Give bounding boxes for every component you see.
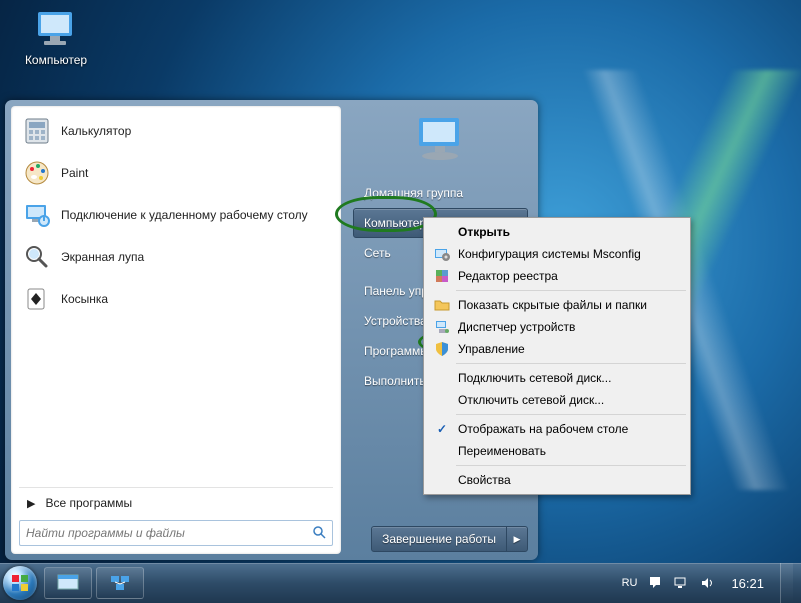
ctx-rename[interactable]: Переименовать [426, 440, 688, 462]
shutdown-button[interactable]: Завершение работы [372, 527, 507, 551]
ctx-map-drive[interactable]: Подключить сетевой диск... [426, 367, 688, 389]
ctx-regedit[interactable]: Редактор реестра [426, 265, 688, 287]
solitaire-icon [21, 283, 53, 315]
remote-desktop-icon [21, 199, 53, 231]
all-programs-button[interactable]: ▶ Все программы [19, 487, 333, 516]
start-menu-left-pane: Калькулятор Paint Подключение к удаленно… [11, 106, 341, 554]
program-item-remote-desktop[interactable]: Подключение к удаленному рабочему столу [15, 194, 337, 236]
program-label: Подключение к удаленному рабочему столу [61, 208, 308, 223]
ctx-separator [456, 414, 686, 415]
ctx-unmap-drive[interactable]: Отключить сетевой диск... [426, 389, 688, 411]
program-item-calculator[interactable]: Калькулятор [15, 110, 337, 152]
search-icon [312, 525, 326, 542]
paint-icon [21, 157, 53, 189]
ctx-properties[interactable]: Свойства [426, 469, 688, 491]
calculator-icon [21, 115, 53, 147]
app-icon [109, 574, 131, 592]
context-menu-computer: Открыть Конфигурация системы Msconfig Ре… [423, 217, 691, 495]
show-desktop-button[interactable] [780, 563, 793, 603]
taskbar-pinned-app-2[interactable] [96, 567, 144, 599]
taskbar: RU 16:21 [0, 563, 801, 603]
ctx-msconfig[interactable]: Конфигурация системы Msconfig [426, 243, 688, 265]
right-item-homegroup[interactable]: Домашняя группа [353, 178, 528, 208]
user-picture-computer-icon [411, 112, 471, 168]
ctx-separator [456, 290, 686, 291]
search-input[interactable]: Найти программы и файлы [19, 520, 333, 546]
shield-icon [432, 340, 452, 358]
volume-icon[interactable] [699, 575, 715, 591]
program-label: Экранная лупа [61, 250, 144, 265]
ctx-manage[interactable]: Управление [426, 338, 688, 360]
desktop-icon-label: Компьютер [25, 53, 87, 67]
ctx-show-on-desktop[interactable]: ✓ Отображать на рабочем столе [426, 418, 688, 440]
program-label: Калькулятор [61, 124, 131, 139]
desktop-icon-computer[interactable]: Компьютер [18, 10, 94, 67]
ctx-open[interactable]: Открыть [426, 221, 688, 243]
shutdown-options-arrow[interactable]: ▶ [507, 527, 527, 551]
device-manager-icon [432, 318, 452, 336]
start-button[interactable] [0, 563, 40, 603]
program-item-solitaire[interactable]: Косынка [15, 278, 337, 320]
ctx-separator [456, 363, 686, 364]
taskbar-pinned-app-1[interactable] [44, 567, 92, 599]
folder-icon [432, 296, 452, 314]
system-tray: RU 16:21 [622, 563, 801, 603]
program-item-magnifier[interactable]: Экранная лупа [15, 236, 337, 278]
ctx-show-hidden[interactable]: Показать скрытые файлы и папки [426, 294, 688, 316]
shutdown-area: Завершение работы ▶ [349, 526, 532, 552]
msconfig-icon [432, 245, 452, 263]
check-icon: ✓ [432, 420, 452, 438]
clock[interactable]: 16:21 [731, 576, 764, 591]
program-label: Косынка [61, 292, 108, 307]
program-item-paint[interactable]: Paint [15, 152, 337, 194]
magnifier-icon [21, 241, 53, 273]
start-menu-program-list: Калькулятор Paint Подключение к удаленно… [11, 106, 341, 483]
action-center-icon[interactable] [647, 575, 663, 591]
triangle-right-icon: ▶ [27, 497, 35, 510]
program-label: Paint [61, 166, 88, 181]
regedit-icon [432, 267, 452, 285]
ctx-separator [456, 465, 686, 466]
search-placeholder: Найти программы и файлы [26, 526, 185, 540]
language-indicator[interactable]: RU [622, 577, 638, 589]
ctx-device-manager[interactable]: Диспетчер устройств [426, 316, 688, 338]
app-icon [57, 574, 79, 592]
network-icon[interactable] [673, 575, 689, 591]
all-programs-label: Все программы [45, 496, 132, 510]
computer-icon [32, 10, 80, 50]
windows-orb-icon [3, 566, 37, 600]
